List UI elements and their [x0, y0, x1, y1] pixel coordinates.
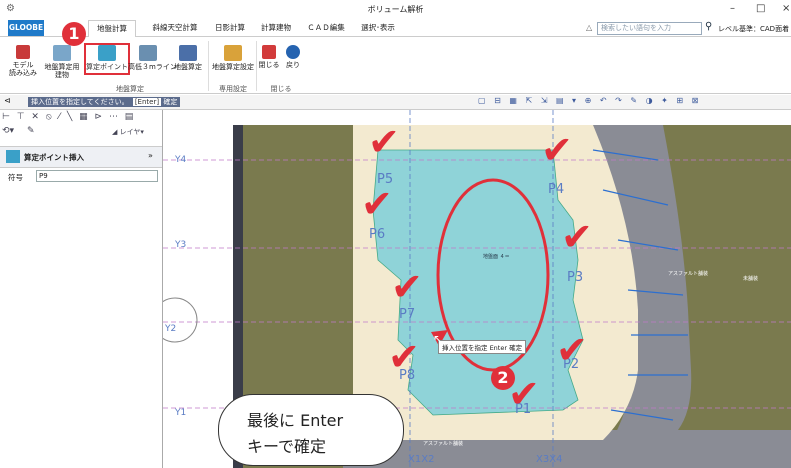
pen-icon[interactable]: ✎ [27, 126, 35, 136]
ground-calc-button[interactable]: 地盤算定 [170, 45, 206, 71]
edit-toolbar[interactable]: ⊢ ⊤ ✕ ⦸ ⁄ ╲ ▦ ⊳ ⋯ ▤ [2, 112, 135, 122]
check-icon: ✔ [391, 265, 423, 309]
ground-building-label: 地盤算定用 建物 [44, 63, 80, 79]
minimize-button[interactable]: – [730, 3, 735, 14]
tab-ground-calc[interactable]: 地盤計算 [88, 20, 136, 38]
close-tab-label: 閉じる [258, 61, 280, 69]
close-button[interactable]: × [782, 3, 790, 14]
back-label: 戻り [286, 61, 300, 69]
yard-label: 未舗装 [743, 276, 759, 282]
road-label-bottom: アスファルト舗装 [423, 441, 464, 447]
calc-point-icon [6, 150, 20, 163]
grid-label-x3x4: X3X4 [536, 454, 563, 465]
ground-calc-settings-button[interactable]: 地盤算定設定 [210, 45, 256, 71]
road-label: アスファルト舗装 [668, 271, 709, 277]
close-tab-button[interactable]: 閉じる [258, 45, 280, 69]
back-button[interactable]: 戻り [282, 45, 304, 69]
three-m-line-button[interactable]: 高低３mライン [128, 45, 177, 71]
panel-header: 算定ポイント挿入 » [0, 146, 162, 168]
tab-gloobe[interactable]: GLOOBE [8, 20, 44, 36]
undo-icon[interactable]: ⟲▾ [2, 126, 14, 136]
command-prompt: 挿入位置を指定してください。 [Enter] 確定 [28, 97, 181, 107]
drawing-toolbar[interactable]: ▢ ⊟ ▦ ⇱ ⇲ ▤ ▾ ⊕ ↶ ↷ ✎ ◑ ✦ ⊞ ⊠ [478, 96, 701, 105]
grid-label-y4: Y4 [175, 155, 187, 165]
check-icon: ✔ [561, 215, 593, 259]
ground-building-button[interactable]: 地盤算定用 建物 [42, 45, 82, 79]
tab-cad-edit[interactable]: ＣＡＤ編集 [302, 20, 350, 36]
ground-calc-settings-label: 地盤算定設定 [212, 63, 254, 71]
panel-title: 算定ポイント挿入 [24, 153, 84, 162]
ribbon-divider [208, 41, 209, 91]
title-bar: ⚙ ボリューム解析 – □ × [0, 0, 791, 20]
enter-key: [Enter] [132, 98, 162, 106]
ground-calc-icon [179, 45, 197, 61]
center-label: 地盤面 ４＝ [483, 254, 510, 260]
symbol-input[interactable]: P9 [36, 170, 158, 182]
three-m-line-label: 高低３mライン [128, 63, 177, 71]
level-label: レベル基準：CAD面着 [718, 25, 790, 33]
point-p6: P6 [369, 227, 386, 242]
back-icon [286, 45, 300, 59]
search-icon[interactable]: ⚲ [705, 21, 712, 32]
window-title: ボリューム解析 [367, 5, 424, 14]
check-icon: ✔ [388, 335, 420, 379]
layer-button[interactable]: ◢ レイヤ▾ [112, 127, 144, 137]
group-label-close: 閉じる [270, 85, 292, 93]
settings-icon [224, 45, 242, 61]
prompt-text: 挿入位置を指定してください。 [31, 98, 129, 106]
field-label: 符号 [8, 173, 23, 182]
grid-label-y1: Y1 [175, 408, 187, 418]
marker-1: 1 [62, 22, 86, 46]
layer-toolbar: ⟲▾ ✎ ◢ レイヤ▾ [2, 126, 160, 136]
tab-calc-building[interactable]: 計算建物 [256, 20, 296, 36]
check-icon: ✔ [361, 182, 393, 226]
model-load-label: モデル 読み込み [9, 61, 37, 77]
insert-tooltip: 挿入位置を指定 Enter 確定 [438, 340, 527, 354]
check-icon: ✔ [368, 120, 400, 164]
layer-label: レイヤ [119, 128, 141, 136]
grid-label-y3: Y3 [175, 240, 187, 250]
help-icon[interactable]: △ [586, 23, 592, 32]
callout-line-2: キーで確定 [247, 437, 327, 456]
north-mark [163, 297, 198, 343]
ground-calc-label: 地盤算定 [174, 63, 202, 71]
point-p7: P7 [399, 307, 416, 322]
crosshair-icon: ↖ [433, 332, 444, 346]
tab-select-view[interactable]: 選択･表示 [356, 20, 400, 36]
group-label-ground: 地盤算定 [116, 85, 144, 93]
calc-point-label: 算定ポイント [86, 63, 128, 71]
ribbon-divider [256, 41, 257, 91]
grid-label-x1x2: X1X2 [408, 454, 435, 465]
three-m-icon [139, 45, 157, 61]
point-p3: P3 [567, 270, 584, 285]
close-icon [262, 45, 276, 59]
collapse-icon[interactable]: » [148, 151, 153, 160]
model-load-button[interactable]: モデル 読み込み [6, 45, 40, 77]
building-icon [53, 45, 71, 61]
tab-shadow[interactable]: 日影計算 [210, 20, 250, 36]
search-input[interactable]: 検索したい語句を入力 [597, 22, 702, 35]
callout-bubble: 最後に Enter キーで確定 [218, 394, 404, 466]
callout-line-1: 最後に Enter [247, 411, 344, 430]
maximize-button[interactable]: □ [756, 3, 765, 14]
check-icon: ✔ [556, 328, 588, 372]
tab-slope-sky[interactable]: 斜線天空計算 [146, 20, 204, 36]
field-row: 符号 P9 [0, 168, 162, 184]
pin-icon[interactable]: ⊲ [4, 96, 11, 105]
grid-label-y2: Y2 [165, 324, 177, 334]
confirm-label: 確定 [163, 98, 178, 106]
marker-2: 2 [491, 366, 515, 390]
read-icon [16, 45, 30, 59]
group-label-settings: 専用設定 [219, 85, 247, 93]
calc-point-button[interactable]: 算定ポイント [84, 43, 130, 75]
point-icon [98, 45, 116, 61]
check-icon: ✔ [541, 128, 573, 172]
point-p4: P4 [548, 182, 565, 197]
